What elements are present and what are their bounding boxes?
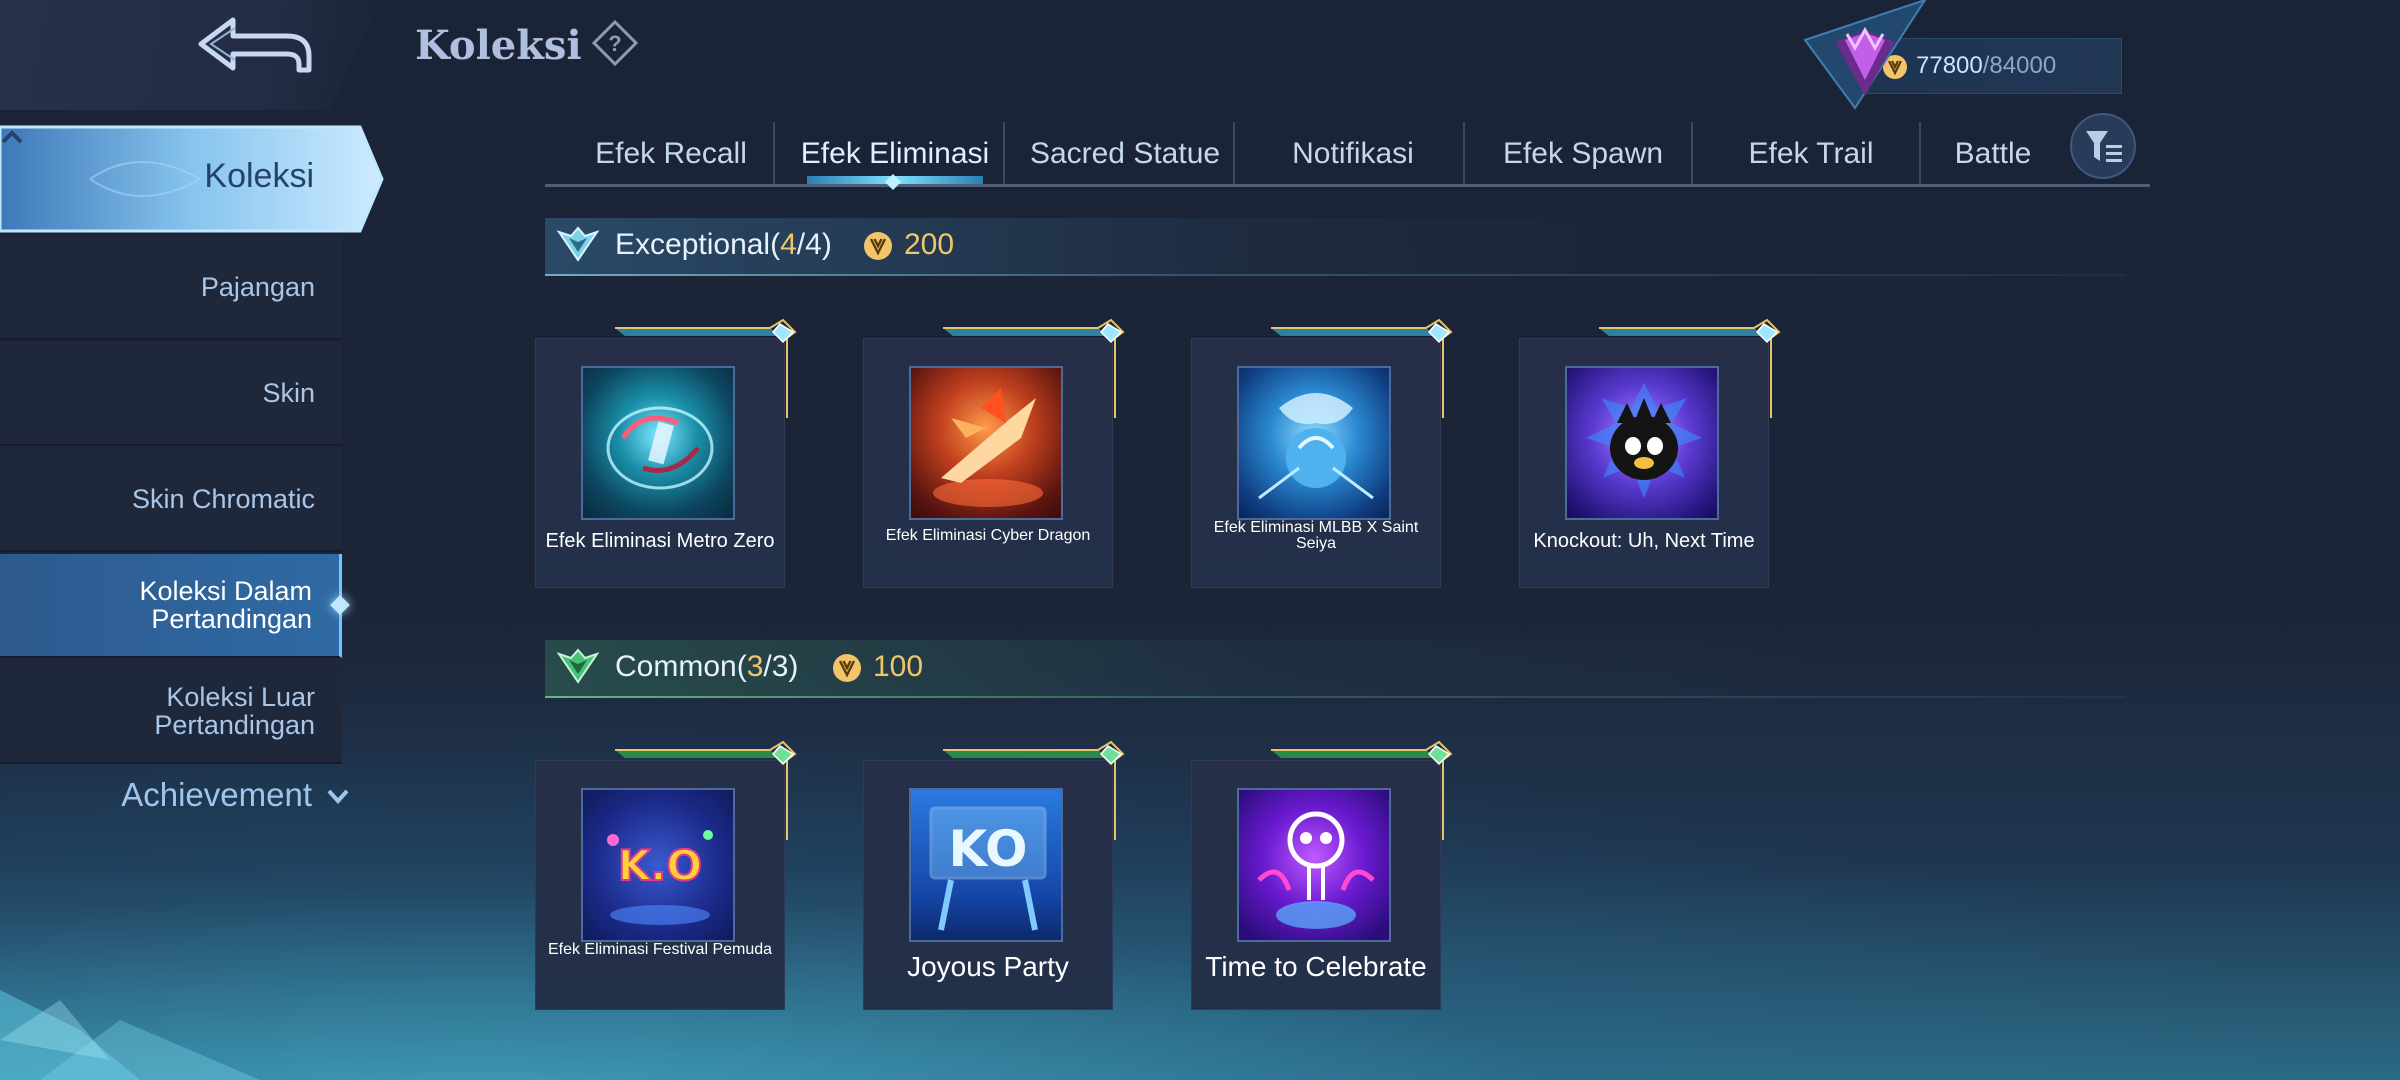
item-card[interactable]: Time to Celebrate [1191,740,1453,1010]
sidebar-item-skin-chromatic[interactable]: Skin Chromatic [0,448,342,552]
thumb-text: KO [948,820,1027,878]
section-cost: 100 [873,650,924,683]
sidebar-item-label: Koleksi Luar Pertandingan [154,682,315,740]
section-header-line [545,696,2125,698]
section-title: Exceptional(4/4) [615,228,832,262]
sidebar-item-label: Skin Chromatic [131,484,315,514]
topbar-decoration [0,0,380,110]
item-card[interactable]: Efek Eliminasi Metro Zero [535,318,797,588]
section-count-slash: / [796,228,806,261]
section-cost: 200 [904,228,955,261]
item-name: Time to Celebrate [1205,951,1427,982]
tab-notifikasi[interactable]: Notifikasi [1239,122,1467,186]
joyous-party-icon: KO [929,806,1047,931]
item-name: Knockout: Uh, Next Time [1533,530,1755,552]
saint-seiya-icon [1258,393,1374,500]
badtz-maru-icon [1586,383,1702,498]
coin-icon [833,654,861,682]
tab-efek-spawn[interactable]: Efek Spawn [1469,122,1697,186]
tab-bar: Efek Recall Efek Eliminasi Sacred Statue… [545,118,2150,190]
filter-button[interactable] [2070,113,2136,179]
section-owned-count: 4 [780,228,797,261]
sidebar-koleksi-header[interactable]: Koleksi [0,125,384,233]
item-card[interactable]: K.O Efek Eliminasi Festival Pemuda [535,740,797,1010]
sidebar-achievement-label: Achievement [121,776,312,813]
item-thumbnail [581,366,735,520]
item-name: Efek Eliminasi Metro Zero [545,530,775,552]
item-name: Joyous Party [907,951,1069,982]
sidebar-item-pajangan[interactable]: Pajangan [0,236,342,340]
section-header-exceptional: Exceptional(4/4) 200 [545,218,2125,278]
sidebar-achievement[interactable]: Achievement [0,765,360,825]
sidebar-item-label: Pajangan [200,272,315,302]
tab-separator [773,122,775,186]
item-thumbnail [1237,788,1391,942]
tab-separator [1233,122,1235,186]
item-name: Efek Eliminasi Cyber Dragon [885,527,1091,544]
section-count-close: ) [821,228,832,261]
item-thumbnail [1565,366,1719,520]
sidebar-item-label: Koleksi Dalam Pertandingan [139,576,312,634]
item-name: Efek Eliminasi MLBB X Saint Seiya [1213,519,1419,552]
item-thumbnail: K.O [581,788,735,942]
points-total: 84000 [1989,52,2057,79]
section-header-common: Common(3/3) 100 [545,640,2125,700]
tab-separator [1691,122,1693,186]
item-card[interactable]: Efek Eliminasi MLBB X Saint Seiya [1191,318,1453,588]
tab-efek-recall[interactable]: Efek Recall [557,122,785,186]
sidebar-item-skin[interactable]: Skin [0,342,342,446]
section-title: Common(3/3) [615,650,798,684]
points-separator: / [1982,52,1990,79]
section-header-line [545,274,2125,276]
active-indicator [330,595,350,615]
svg-text:?: ? [608,31,621,56]
sidebar-item-label: Skin [262,378,315,408]
exceptional-tier-icon [557,226,599,262]
item-thumbnail: KO [909,788,1063,942]
back-button[interactable] [195,12,315,80]
cyber-dragon-icon [933,388,1043,507]
item-card[interactable]: Efek Eliminasi Cyber Dragon [863,318,1125,588]
section-count-open: ( [770,228,781,261]
filter-icon [2086,131,2122,162]
sidebar-koleksi-label: Koleksi [204,157,314,195]
item-card[interactable]: KO Joyous Party [863,740,1125,1010]
tab-bar-line [545,184,2150,187]
skull-celebrate-icon [1257,811,1375,929]
sidebar-item-koleksi-dalam-pertandingan[interactable]: Koleksi Dalam Pertandingan [0,554,350,658]
item-name: Efek Eliminasi Festival Pemuda [547,941,773,958]
tab-sacred-statue[interactable]: Sacred Statue [1011,122,1239,186]
section-title-text: Exceptional [615,228,771,261]
metro-zero-icon [606,406,714,490]
thumb-text: K.O [618,841,702,890]
chevron-down-icon [327,789,349,804]
section-total-count: 3 [771,650,789,683]
section-count-close: ) [788,650,799,683]
section-total-count: 4 [805,228,822,261]
background-shard [0,990,260,1080]
section-count-open: ( [736,650,747,683]
tab-separator [1003,122,1005,186]
item-card[interactable]: Knockout: Uh, Next Time [1519,318,1781,588]
active-tab-marker [885,174,901,190]
sidebar-item-koleksi-luar-pertandingan[interactable]: Koleksi Luar Pertandingan [0,660,342,764]
coin-icon [864,232,892,260]
back-arrow-icon [198,17,312,73]
item-thumbnail [1237,366,1391,520]
section-title-text: Common [615,650,737,683]
chevron-up-icon [1,130,23,144]
section-count-slash: / [763,650,772,683]
festival-ko-icon: K.O [607,830,713,925]
help-icon[interactable]: ? [591,19,639,67]
rank-emblem-icon [1803,0,1927,110]
item-thumbnail [909,366,1063,520]
section-owned-count: 3 [746,650,764,683]
page-title: Koleksi [415,22,582,69]
common-tier-icon [557,648,599,684]
tab-separator [1463,122,1465,186]
